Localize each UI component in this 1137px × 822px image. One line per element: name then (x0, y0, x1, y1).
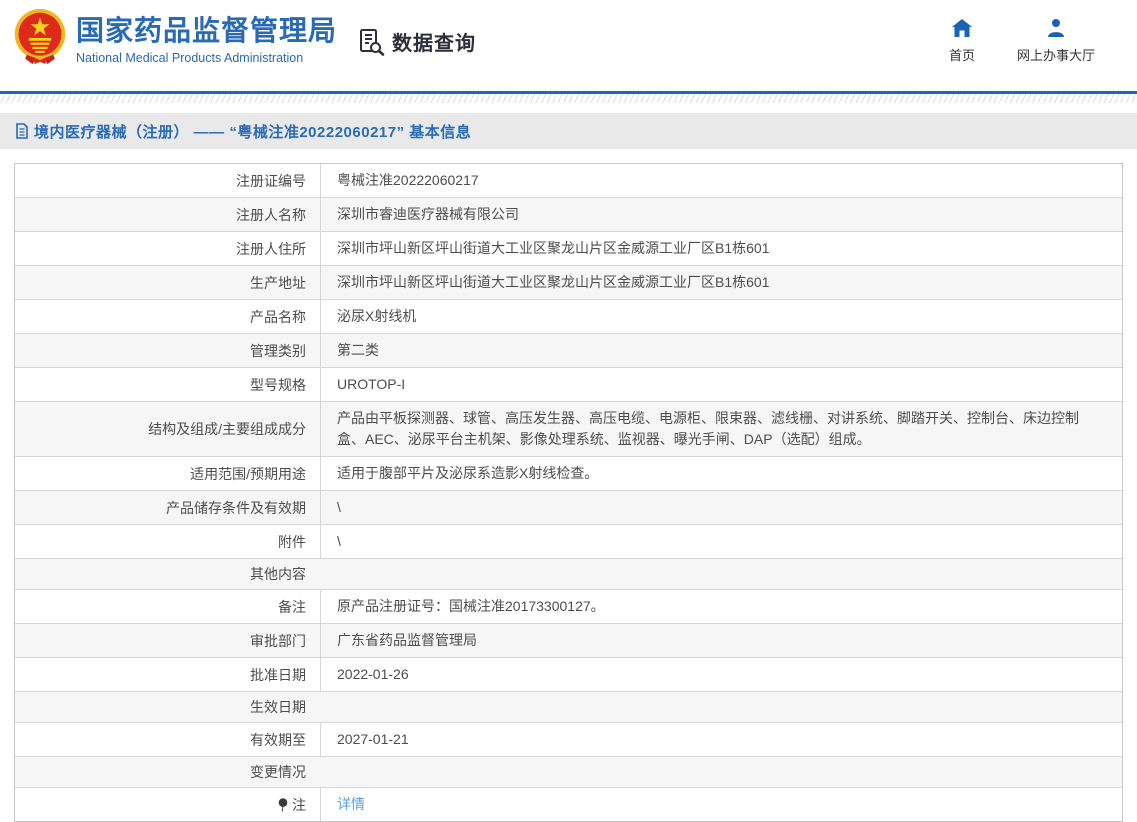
balloon-note-icon (278, 798, 288, 812)
row-label: 注册人名称 (15, 198, 320, 231)
main-content: 注册证编号 粤械注准20222060217 注册人名称 深圳市睿迪医疗器械有限公… (0, 149, 1137, 822)
org-name-en: National Medical Products Administration (76, 51, 337, 65)
row-label: 结构及组成/主要组成成分 (15, 402, 320, 456)
nav-item-service-hall[interactable]: 网上办事大厅 (1017, 18, 1095, 64)
row-label: 批准日期 (15, 658, 320, 691)
row-label: 注 (15, 788, 320, 821)
table-row-other-content: 其他内容 (15, 559, 1122, 590)
row-label: 注册人住所 (15, 232, 320, 265)
row-label: 适用范围/预期用途 (15, 457, 320, 490)
row-value (320, 559, 1122, 589)
row-label: 产品储存条件及有效期 (15, 491, 320, 524)
table-row-effective-date: 生效日期 (15, 692, 1122, 723)
row-value: 深圳市坪山新区坪山街道大工业区聚龙山片区金威源工业厂区B1栋601 (320, 266, 1122, 299)
table-row-product-name: 产品名称 泌尿X射线机 (15, 300, 1122, 334)
row-value: 产品由平板探测器、球管、高压发生器、高压电缆、电源柜、限束器、滤线栅、对讲系统、… (320, 402, 1122, 456)
home-icon (951, 18, 973, 38)
page-header: 国家药品监督管理局 National Medical Products Admi… (0, 0, 1137, 91)
data-query-tab[interactable]: 数据查询 (358, 27, 476, 56)
nav-item-home[interactable]: 首页 (949, 18, 975, 64)
row-value: 原产品注册证号：国械注准20173300127。 (320, 590, 1122, 623)
registration-info-table: 注册证编号 粤械注准20222060217 注册人名称 深圳市睿迪医疗器械有限公… (14, 163, 1123, 822)
row-value: \ (320, 491, 1122, 524)
row-value: 深圳市坪山新区坪山街道大工业区聚龙山片区金威源工业厂区B1栋601 (320, 232, 1122, 265)
row-value (320, 692, 1122, 722)
table-row-registrant-address: 注册人住所 深圳市坪山新区坪山街道大工业区聚龙山片区金威源工业厂区B1栋601 (15, 232, 1122, 266)
table-row-production-address: 生产地址 深圳市坪山新区坪山街道大工业区聚龙山片区金威源工业厂区B1栋601 (15, 266, 1122, 300)
row-label: 管理类别 (15, 334, 320, 367)
table-row-attachment: 附件 \ (15, 525, 1122, 559)
table-row-reg-cert-no: 注册证编号 粤械注准20222060217 (15, 164, 1122, 198)
row-value: 泌尿X射线机 (320, 300, 1122, 333)
row-value: 2027-01-21 (320, 723, 1122, 756)
row-value: 详情 (320, 788, 1122, 821)
row-label: 其他内容 (15, 559, 320, 589)
org-title-block: 国家药品监督管理局 National Medical Products Admi… (76, 15, 337, 65)
table-row-note: 注 详情 (15, 788, 1122, 821)
table-row-change-status: 变更情况 (15, 757, 1122, 788)
spacer (0, 103, 1137, 113)
row-label: 生效日期 (15, 692, 320, 722)
row-label: 审批部门 (15, 624, 320, 657)
row-label: 附件 (15, 525, 320, 558)
table-row-approval-date: 批准日期 2022-01-26 (15, 658, 1122, 692)
row-label: 有效期至 (15, 723, 320, 756)
page-title: 境内医疗器械（注册） —— “粤械注准20222060217” 基本信息 (34, 121, 471, 142)
nav-home-label: 首页 (949, 45, 975, 64)
row-value: 2022-01-26 (320, 658, 1122, 691)
row-label: 备注 (15, 590, 320, 623)
row-value: 粤械注准20222060217 (320, 164, 1122, 197)
details-link[interactable]: 详情 (337, 794, 365, 815)
table-row-registrant-name: 注册人名称 深圳市睿迪医疗器械有限公司 (15, 198, 1122, 232)
national-emblem-icon (10, 8, 70, 66)
row-value: 第二类 (320, 334, 1122, 367)
table-row-structure-composition: 结构及组成/主要组成成分 产品由平板探测器、球管、高压发生器、高压电缆、电源柜、… (15, 402, 1122, 457)
nmpa-logo-link[interactable] (10, 8, 70, 66)
document-search-icon (358, 28, 386, 56)
row-label: 型号规格 (15, 368, 320, 401)
document-icon (15, 123, 29, 139)
table-row-management-class: 管理类别 第二类 (15, 334, 1122, 368)
table-row-valid-until: 有效期至 2027-01-21 (15, 723, 1122, 757)
row-value: \ (320, 525, 1122, 558)
nav-hall-label: 网上办事大厅 (1017, 45, 1095, 64)
table-row-remarks: 备注 原产品注册证号：国械注准20173300127。 (15, 590, 1122, 624)
breadcrumb-bar: 境内医疗器械（注册） —— “粤械注准20222060217” 基本信息 (0, 113, 1137, 149)
row-value: UROTOP-I (320, 368, 1122, 401)
row-label: 生产地址 (15, 266, 320, 299)
table-row-approval-department: 审批部门 广东省药品监督管理局 (15, 624, 1122, 658)
org-name-cn: 国家药品监督管理局 (76, 15, 337, 47)
row-label: 变更情况 (15, 757, 320, 787)
note-label: 注 (292, 796, 306, 814)
table-row-model-spec: 型号规格 UROTOP-I (15, 368, 1122, 402)
row-label: 注册证编号 (15, 164, 320, 197)
header-nav: 首页 网上办事大厅 (949, 18, 1095, 64)
data-query-label: 数据查询 (392, 27, 476, 56)
hatch-stripe-band (0, 94, 1137, 103)
table-row-storage-conditions: 产品储存条件及有效期 \ (15, 491, 1122, 525)
row-label: 产品名称 (15, 300, 320, 333)
row-value: 适用于腹部平片及泌尿系造影X射线检查。 (320, 457, 1122, 490)
row-value: 广东省药品监督管理局 (320, 624, 1122, 657)
user-icon (1045, 18, 1067, 38)
row-value: 深圳市睿迪医疗器械有限公司 (320, 198, 1122, 231)
row-value (320, 757, 1122, 787)
table-row-intended-use: 适用范围/预期用途 适用于腹部平片及泌尿系造影X射线检查。 (15, 457, 1122, 491)
